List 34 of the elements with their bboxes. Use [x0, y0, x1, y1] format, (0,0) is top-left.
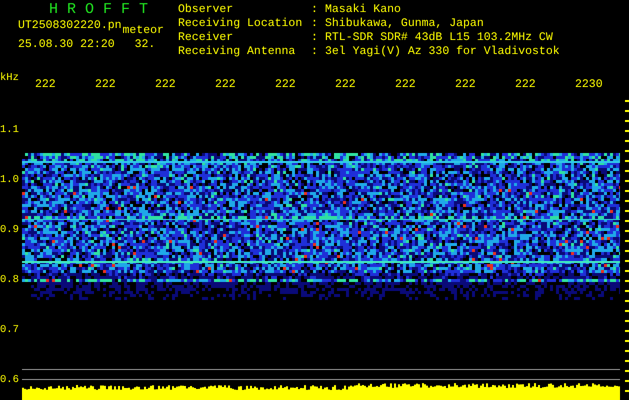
date-time: 25.08.30 22:20	[18, 39, 115, 51]
time-tick-label: 222	[335, 78, 356, 91]
info-label: Receiving Location	[178, 18, 304, 32]
time-tick-label: 222	[515, 78, 536, 91]
colon-separator: :	[311, 32, 319, 46]
info-label: Receiving Antenna	[178, 46, 296, 60]
frequency-tick-label: 1.0	[0, 173, 20, 188]
frequency-tick-label: 0.6	[0, 373, 20, 388]
mode-label: meteor	[122, 25, 164, 37]
info-label: Observer	[178, 4, 234, 18]
time-tick-label: 222	[215, 78, 236, 91]
time-tick-label: 222	[155, 78, 176, 91]
info-value: Shibukawa, Gunma, Japan	[325, 18, 485, 32]
info-value: RTL-SDR SDR# 43dB L15 103.2MHz CW	[325, 32, 554, 46]
info-value: 3el Yagi(V) Az 330 for Vladivostok	[325, 46, 560, 60]
frequency-tick-label: 0.8	[0, 273, 20, 288]
frequency-tick-label: 1.1	[0, 123, 20, 138]
time-tick-label: 222	[275, 78, 296, 91]
time-tick-label: 222	[395, 78, 416, 91]
time-tick-label: 2230	[575, 78, 603, 91]
colon-separator: :	[311, 4, 319, 18]
frequency-tick-label: 0.9	[0, 223, 20, 238]
info-label: Receiver	[178, 32, 234, 46]
info-value: Masaki Kano	[325, 4, 402, 18]
unit-label: kHz	[0, 72, 20, 84]
frequency-tick-label: 0.7	[0, 323, 20, 338]
time-tick-label: 222	[95, 78, 116, 91]
time-tick-label: 222	[455, 78, 476, 91]
count-value: 32.	[134, 39, 156, 51]
colon-separator: :	[311, 46, 319, 60]
time-tick-label: 222	[35, 78, 56, 91]
colon-separator: :	[311, 18, 319, 32]
app-title: H R O F F T	[48, 2, 150, 18]
file-name: UT2508302220.pn	[18, 20, 122, 32]
